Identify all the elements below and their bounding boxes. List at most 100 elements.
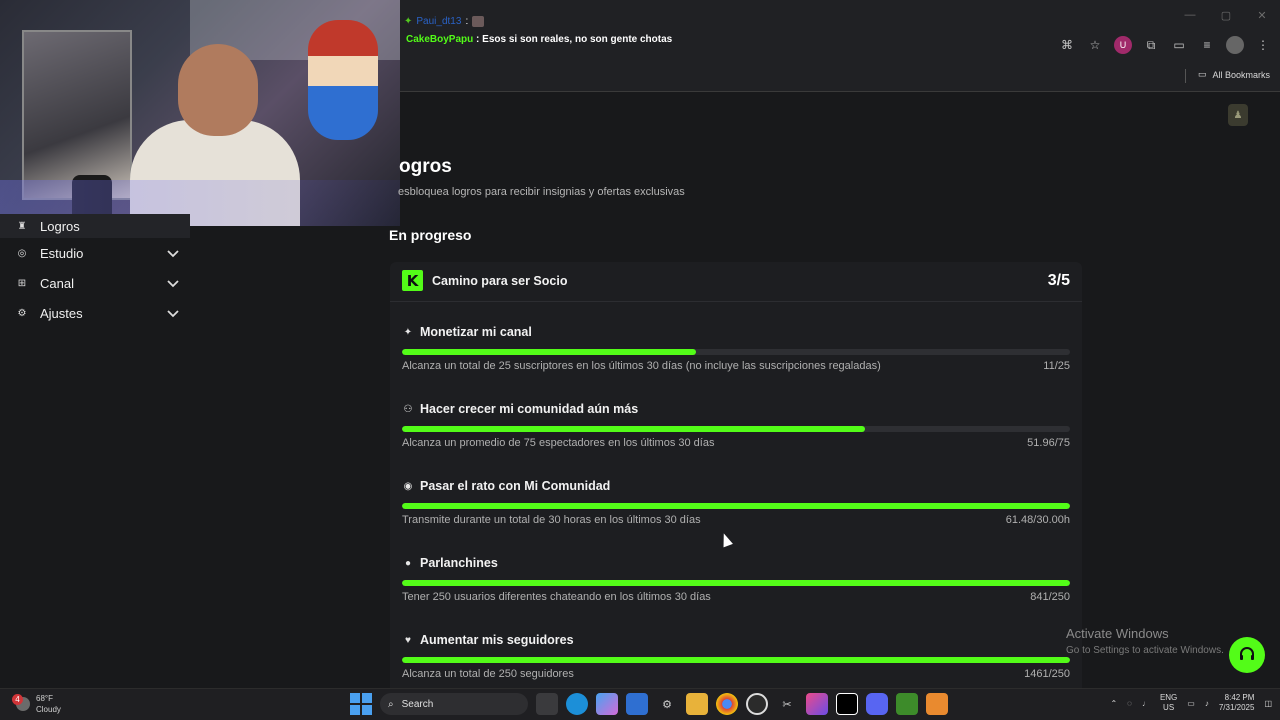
taskbar-apps: ⌕ Search ⚙ ✂: [350, 693, 948, 715]
notification-badge: 4: [12, 694, 23, 705]
star-icon[interactable]: ☆: [1086, 36, 1104, 54]
channel-icon: ⊞: [17, 277, 27, 289]
media-icon[interactable]: ≡: [1198, 36, 1216, 54]
clock[interactable]: 8:42 PM 7/31/2025: [1219, 693, 1255, 713]
headset-icon: [1240, 647, 1254, 660]
goal-description: Alcanza un total de 250 seguidores: [402, 668, 574, 680]
all-bookmarks[interactable]: ▭ All Bookmarks: [1198, 69, 1270, 80]
settings-icon[interactable]: ⚙: [656, 693, 678, 715]
wifi-icon[interactable]: ▭: [1187, 699, 1195, 708]
webcam-person-head: [178, 44, 258, 136]
chat-message: CakeBoyPapu : Esos si son reales, no son…: [406, 34, 672, 45]
taskbar-search[interactable]: ⌕ Search: [380, 693, 528, 715]
sidebar-item-ajustes[interactable]: ⚙ Ajustes: [0, 298, 190, 328]
menu-icon[interactable]: ⋮: [1254, 36, 1272, 54]
chevron-down-icon[interactable]: [166, 276, 180, 290]
cast-icon[interactable]: ▭: [1170, 36, 1188, 54]
progress-track: [402, 657, 1070, 663]
notifications-icon[interactable]: ◫: [1264, 699, 1272, 708]
goal-item: ♥ Aumentar mis seguidores Alcanza un tot…: [402, 632, 1070, 692]
weather-widget[interactable]: 4 68°F Cloudy: [12, 693, 61, 715]
language-indicator[interactable]: ENG US: [1160, 693, 1177, 713]
goal-title: Pasar el rato con Mi Comunidad: [420, 479, 611, 493]
lang-top: ENG: [1159, 693, 1178, 702]
card-header: K Camino para ser Socio 3/5: [390, 262, 1082, 302]
watermark-subtitle: Go to Settings to activate Windows.: [1066, 645, 1224, 656]
obs-icon[interactable]: [746, 693, 768, 715]
bookmarks-divider: [1185, 69, 1186, 83]
gear-icon: ⚙: [17, 307, 27, 319]
search-label: Search: [401, 698, 434, 710]
sidebar-item-label: Estudio: [40, 245, 84, 261]
toolbar-icons: ⌘ ☆ U ⧉ ▭ ≡ ⋮: [1058, 36, 1272, 54]
chevron-up-icon[interactable]: ⌃: [1110, 699, 1117, 708]
weather-temp: 68°F: [36, 694, 53, 703]
support-button[interactable]: [1229, 637, 1265, 673]
badge-icon: ✦: [404, 16, 413, 27]
goal-value: 61.48/30.00h: [1005, 514, 1070, 526]
chat-message: ✦ Paui_dt13 :: [404, 16, 485, 27]
app-icon[interactable]: [926, 693, 948, 715]
sidebar-item-logros[interactable]: ♜ Logros: [0, 214, 190, 238]
webcam-plush: [308, 20, 378, 140]
snipping-tool-icon[interactable]: ✂: [776, 693, 798, 715]
studio-icon: ◎: [17, 247, 27, 259]
progress-fill: [402, 580, 1070, 586]
user-avatar[interactable]: ♟: [1228, 104, 1248, 126]
webcam-overlay: [0, 0, 400, 226]
chrome-icon[interactable]: [716, 693, 738, 715]
discord-icon[interactable]: [866, 693, 888, 715]
sidebar-item-canal[interactable]: ⊞ Canal: [0, 268, 190, 298]
users-icon: ⚇: [403, 403, 413, 415]
close-icon[interactable]: ✕: [1244, 0, 1280, 30]
network-icon[interactable]: ◌: [1127, 699, 1132, 708]
minecraft-icon[interactable]: [896, 693, 918, 715]
browser-title-bar: — ▢ ✕: [400, 0, 1280, 30]
task-view-icon[interactable]: [536, 693, 558, 715]
progress-track: [402, 349, 1070, 355]
progress-track: [402, 580, 1070, 586]
page-title: ogros: [399, 156, 452, 177]
progress-fill: [402, 349, 696, 355]
goal-description: Tener 250 usuarios diferentes chateando …: [402, 591, 711, 603]
window-controls: — ▢ ✕: [1172, 0, 1280, 30]
goal-item: ✦ Monetizar mi canal Alcanza un total de…: [402, 324, 1070, 384]
folder-icon: ▭: [1197, 69, 1207, 79]
capcut-icon[interactable]: [836, 693, 858, 715]
photos-icon[interactable]: [806, 693, 828, 715]
goal-title: Hacer crecer mi comunidad aún más: [420, 402, 639, 416]
windows-start-icon[interactable]: [350, 693, 372, 715]
lang-bottom: US: [1163, 703, 1175, 712]
chat-username: CakeBoyPapu: [406, 34, 474, 45]
volume-icon[interactable]: ♪: [1205, 699, 1209, 708]
goal-title: Aumentar mis seguidores: [420, 633, 574, 647]
goal-value: 11/25: [1043, 360, 1070, 372]
sidebar-item-estudio[interactable]: ◎ Estudio: [0, 238, 190, 268]
page-subtitle: esbloquea logros para recibir insignias …: [398, 186, 685, 198]
maximize-icon[interactable]: ▢: [1208, 0, 1244, 30]
minimize-icon[interactable]: —: [1172, 0, 1208, 30]
clock-date: 7/31/2025: [1218, 703, 1255, 712]
goal-item: ⚇ Hacer crecer mi comunidad aún más Alca…: [402, 401, 1070, 461]
goal-title: Parlanchines: [420, 556, 498, 570]
chevron-down-icon[interactable]: [166, 306, 180, 320]
all-bookmarks-label: All Bookmarks: [1212, 69, 1270, 80]
microphone-icon[interactable]: ♩: [1142, 699, 1150, 708]
sidebar-item-label: Canal: [40, 275, 74, 291]
file-explorer-icon[interactable]: [686, 693, 708, 715]
activate-windows-watermark: Activate Windows Go to Settings to activ…: [1066, 626, 1224, 656]
weather-condition: Cloudy: [36, 705, 61, 714]
broadcast-icon: ◉: [403, 480, 413, 492]
translate-icon[interactable]: ⌘: [1058, 36, 1076, 54]
chat-separator: :: [465, 16, 469, 27]
copilot-icon[interactable]: [596, 693, 618, 715]
sidebar: ♜ Logros ◎ Estudio ⊞ Canal ⚙ Ajustes: [0, 214, 190, 692]
search-icon: ⌕: [388, 698, 394, 710]
chevron-down-icon[interactable]: [166, 246, 180, 260]
goal-value: 841/250: [1030, 591, 1070, 603]
store-icon[interactable]: [626, 693, 648, 715]
profile-badge-icon[interactable]: U: [1114, 36, 1132, 54]
extensions-icon[interactable]: ⧉: [1142, 36, 1160, 54]
edge-icon[interactable]: [566, 693, 588, 715]
account-icon[interactable]: [1226, 36, 1244, 54]
